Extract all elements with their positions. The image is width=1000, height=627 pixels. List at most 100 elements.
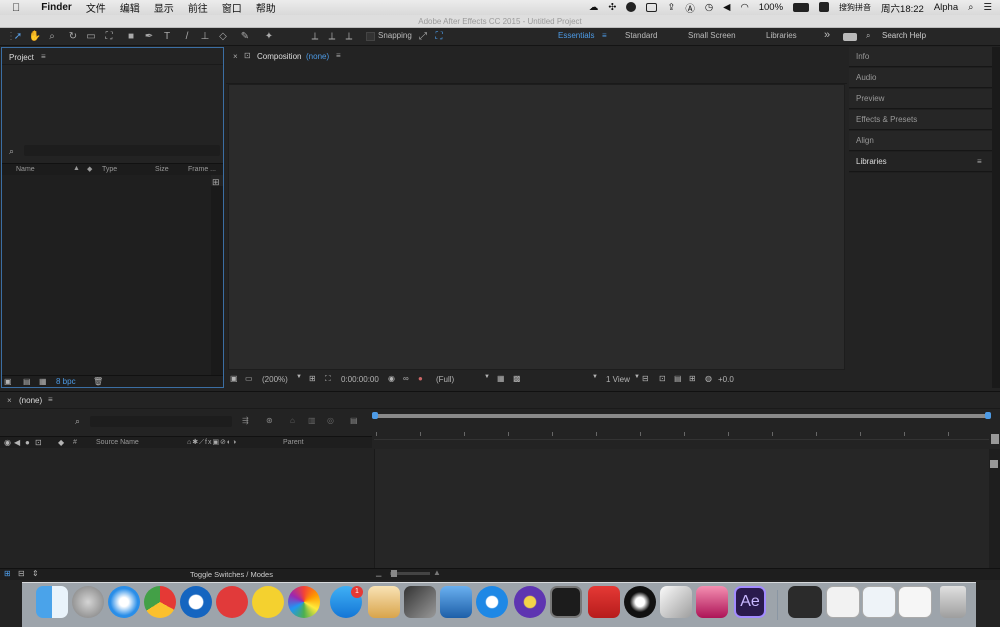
label-tag-icon[interactable]: ◆ bbox=[87, 165, 92, 173]
qq-dock-icon[interactable] bbox=[624, 586, 656, 618]
brush-tool-icon[interactable]: / bbox=[180, 30, 194, 44]
zoom-dropdown-icon[interactable]: ▼ bbox=[296, 374, 302, 380]
frame-blending-icon[interactable]: ▥ bbox=[308, 416, 316, 425]
column-number[interactable]: # bbox=[73, 439, 77, 446]
close-tab-icon[interactable]: × bbox=[233, 52, 238, 61]
panel-menu-icon[interactable]: ≡ bbox=[41, 52, 46, 61]
upload-icon[interactable]: ⇪ bbox=[662, 2, 680, 13]
menu-help[interactable]: 帮助 bbox=[249, 0, 283, 15]
menu-window[interactable]: 窗口 bbox=[215, 0, 249, 15]
draft-3d-icon[interactable]: ⊛ bbox=[266, 416, 273, 425]
project-panel-title[interactable]: Project bbox=[9, 53, 34, 62]
hand-tool-icon[interactable]: ✋ bbox=[28, 30, 42, 44]
timeline-search-icon[interactable]: ⌕ bbox=[75, 416, 80, 427]
shy-layers-icon[interactable]: ⌂ bbox=[290, 416, 295, 425]
menu-edit[interactable]: 编辑 bbox=[113, 0, 147, 15]
lock-column-icon[interactable]: ⊡ bbox=[35, 438, 42, 447]
safari-dock-icon[interactable] bbox=[108, 586, 140, 618]
spotlight-icon[interactable]: ⌕ bbox=[963, 2, 978, 13]
battery-icon[interactable] bbox=[788, 2, 814, 13]
toggle-mask-icon[interactable]: ▩ bbox=[513, 374, 521, 383]
world-axis-icon[interactable]: ⟂ bbox=[325, 30, 339, 44]
rotate-tool-icon[interactable]: ↻ bbox=[66, 30, 80, 44]
zoom-in-icon[interactable]: ▲ bbox=[433, 568, 441, 577]
column-source-name[interactable]: Source Name bbox=[96, 439, 139, 446]
video-visibility-icon[interactable]: ◉ bbox=[4, 438, 11, 447]
pan-behind-tool-icon[interactable]: ⛶ bbox=[102, 30, 116, 44]
resolution-dropdown-icon[interactable]: ▼ bbox=[484, 374, 490, 380]
composition-tab-label[interactable]: Composition bbox=[257, 52, 301, 61]
view-layout[interactable]: 1 View bbox=[606, 375, 630, 384]
new-composition-icon[interactable]: ▦ bbox=[39, 377, 47, 386]
column-frame[interactable]: Frame ... bbox=[188, 166, 216, 173]
layer-bar-area[interactable] bbox=[374, 449, 989, 568]
project-scrollbar[interactable] bbox=[211, 186, 223, 375]
clone-stamp-tool-icon[interactable]: ⊥ bbox=[198, 30, 212, 44]
search-help-field[interactable]: Search Help bbox=[882, 31, 926, 40]
display-icon[interactable] bbox=[641, 2, 662, 13]
workspace-menu-icon[interactable]: ≡ bbox=[602, 31, 607, 40]
lock-icon[interactable]: ⊡ bbox=[244, 51, 251, 60]
trash-dock-icon[interactable] bbox=[940, 586, 966, 618]
snapshot-icon[interactable]: ◉ bbox=[388, 374, 395, 383]
column-type[interactable]: Type bbox=[102, 166, 117, 173]
time-ruler[interactable] bbox=[374, 430, 989, 440]
apple-menu-icon[interactable]:  bbox=[0, 2, 27, 14]
xcode-dock-icon[interactable] bbox=[440, 586, 472, 618]
time-zoom-thumb[interactable] bbox=[391, 570, 397, 577]
speed-dock-icon[interactable] bbox=[252, 586, 284, 618]
snap-feature-icon[interactable]: ⛶ bbox=[432, 30, 446, 44]
new-folder-icon[interactable]: ▤ bbox=[23, 377, 31, 386]
transparency-grid-icon[interactable]: ▦ bbox=[497, 374, 505, 383]
launchpad-dock-icon[interactable] bbox=[72, 586, 104, 618]
close-timeline-icon[interactable]: × bbox=[7, 396, 12, 405]
time-navigator[interactable] bbox=[374, 414, 989, 418]
pages-dock-icon[interactable] bbox=[368, 586, 400, 618]
battery-percent[interactable]: 100% bbox=[754, 2, 788, 13]
graph-editor-icon[interactable]: ▤ bbox=[350, 416, 358, 425]
workspace-small-screen[interactable]: Small Screen bbox=[688, 31, 736, 40]
time-machine-icon[interactable]: ◷ bbox=[700, 2, 718, 13]
sync-settings-icon[interactable] bbox=[843, 33, 857, 41]
imovie-dock-icon[interactable] bbox=[514, 586, 546, 618]
motion-blur-icon[interactable]: ◎ bbox=[327, 416, 334, 425]
more-workspaces-icon[interactable]: » bbox=[824, 29, 830, 41]
workspace-essentials[interactable]: Essentials bbox=[558, 31, 594, 40]
project-search-input[interactable] bbox=[24, 145, 220, 156]
composition-viewer[interactable] bbox=[228, 84, 845, 370]
menu-go[interactable]: 前往 bbox=[181, 0, 215, 15]
label-icon[interactable]: ◆ bbox=[58, 438, 64, 447]
bit-depth-button[interactable]: 8 bpc bbox=[56, 377, 76, 386]
comp-mini-flowchart-icon[interactable]: ⇶ bbox=[242, 416, 249, 425]
workspace-libraries[interactable]: Libraries bbox=[766, 31, 797, 40]
rectangle-tool-icon[interactable]: ■ bbox=[124, 30, 138, 44]
zoom-out-icon[interactable]: ▁ bbox=[376, 569, 381, 577]
quicktime-dock-icon[interactable] bbox=[180, 586, 212, 618]
time-navigator-start-handle[interactable] bbox=[372, 412, 378, 419]
type-tool-icon[interactable]: T bbox=[160, 30, 174, 44]
snap-edge-icon[interactable]: ⤢ bbox=[416, 30, 430, 44]
transfer-controls-toggle-icon[interactable]: ⊟ bbox=[18, 569, 25, 578]
pen-tool-icon[interactable]: ✒ bbox=[142, 30, 156, 44]
composition-name[interactable]: (none) bbox=[306, 52, 329, 61]
libraries-panel-tab[interactable]: Libraries bbox=[849, 152, 992, 172]
zoom-level[interactable]: (200%) bbox=[262, 375, 288, 384]
input-method-icon[interactable] bbox=[814, 2, 834, 13]
screenshot-3-dock-icon[interactable] bbox=[862, 586, 896, 618]
after-effects-dock-icon[interactable]: Ae bbox=[734, 586, 766, 618]
video-player-dock-icon[interactable] bbox=[476, 586, 508, 618]
menu-file[interactable]: 文件 bbox=[79, 0, 113, 15]
view-dropdown-icon[interactable]: ▼ bbox=[592, 374, 598, 380]
effects-presets-panel-tab[interactable]: Effects & Presets bbox=[849, 110, 992, 130]
puppet-pin-tool-icon[interactable]: ✦ bbox=[262, 30, 276, 44]
local-axis-icon[interactable]: ⟂ bbox=[308, 30, 322, 44]
interpret-footage-icon[interactable]: ▣ bbox=[4, 377, 12, 386]
ruler-zoom-icon[interactable] bbox=[991, 434, 999, 444]
channel-icon[interactable]: ● bbox=[418, 374, 423, 383]
exposure-value[interactable]: +0.0 bbox=[718, 375, 734, 384]
cleanmymac-dock-icon[interactable] bbox=[696, 586, 728, 618]
chrome-dock-icon[interactable] bbox=[144, 586, 176, 618]
current-timecode[interactable]: 0:00:00:00 bbox=[341, 375, 379, 384]
selection-tool-icon[interactable]: ➚ bbox=[11, 30, 25, 44]
column-name[interactable]: Name bbox=[16, 166, 35, 173]
